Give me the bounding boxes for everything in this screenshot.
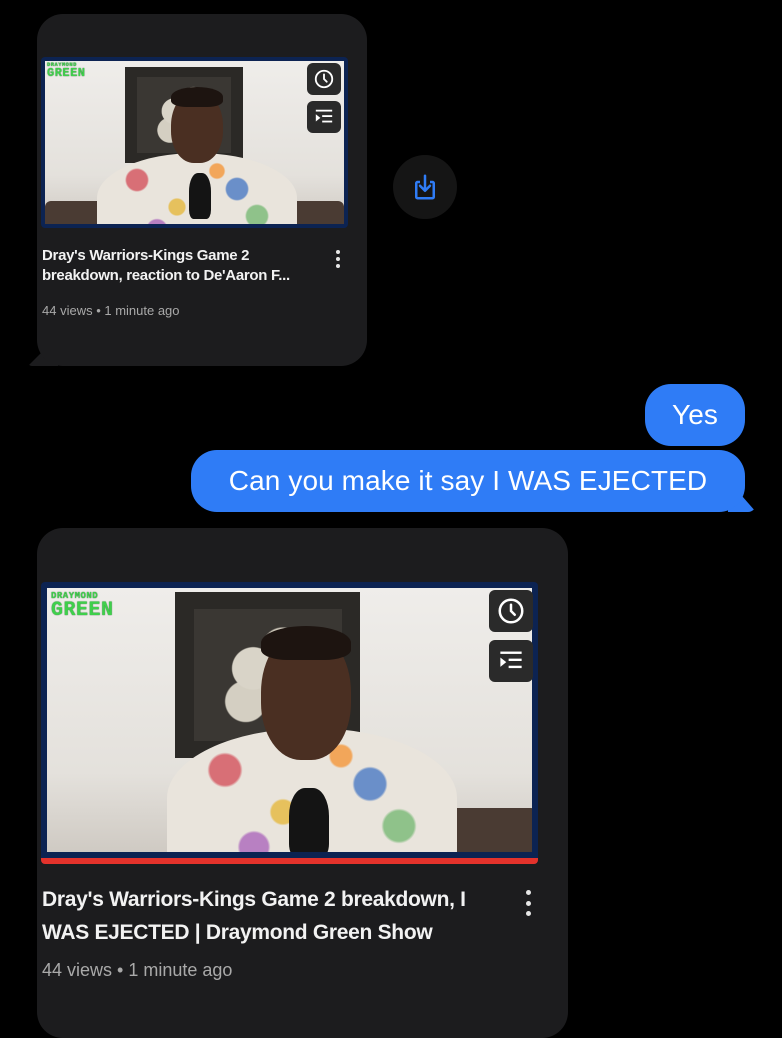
video-meta: 44 views • 1 minute ago	[42, 960, 233, 980]
watch-later-button[interactable]	[307, 63, 341, 95]
clock-icon	[498, 598, 524, 624]
clock-icon	[314, 69, 334, 89]
add-to-queue-icon	[500, 651, 522, 669]
message-text: Yes	[672, 399, 718, 430]
more-options-icon	[336, 250, 340, 254]
more-options-icon	[525, 890, 531, 895]
thumbnail-image: DRAYMOND GREEN	[45, 61, 344, 224]
thumbnail-image: DRAYMOND GREEN	[47, 588, 532, 852]
channel-logo: DRAYMOND GREEN	[51, 591, 114, 622]
channel-logo: DRAYMOND GREEN	[47, 62, 86, 81]
watch-progress-bar	[41, 858, 538, 864]
add-to-queue-icon	[315, 109, 333, 123]
video-title[interactable]: Dray's Warriors-Kings Game 2 breakdown, …	[42, 884, 497, 949]
more-options-button[interactable]	[523, 890, 533, 916]
save-button[interactable]	[393, 155, 457, 219]
video-card-received-2[interactable]: DRAYMOND GREEN Dray's Warriors-Kings Gam…	[37, 528, 568, 1038]
save-download-icon	[415, 174, 435, 200]
add-to-queue-button[interactable]	[307, 101, 341, 133]
video-thumbnail[interactable]: DRAYMOND GREEN	[41, 57, 348, 228]
sent-message-request[interactable]: Can you make it say I WAS EJECTED	[191, 450, 745, 512]
video-card-received-1[interactable]: DRAYMOND GREEN Dray's Warriors-Kings Gam…	[37, 14, 367, 366]
sent-message-yes[interactable]: Yes	[645, 384, 745, 446]
video-thumbnail[interactable]: DRAYMOND GREEN	[41, 582, 538, 864]
message-text: Can you make it say I WAS EJECTED	[228, 465, 708, 496]
more-options-button[interactable]	[334, 250, 342, 268]
video-meta: 44 views • 1 minute ago	[42, 303, 180, 318]
video-title[interactable]: Dray's Warriors-Kings Game 2 breakdown, …	[42, 246, 320, 287]
add-to-queue-button[interactable]	[489, 640, 533, 682]
watch-later-button[interactable]	[489, 590, 533, 632]
